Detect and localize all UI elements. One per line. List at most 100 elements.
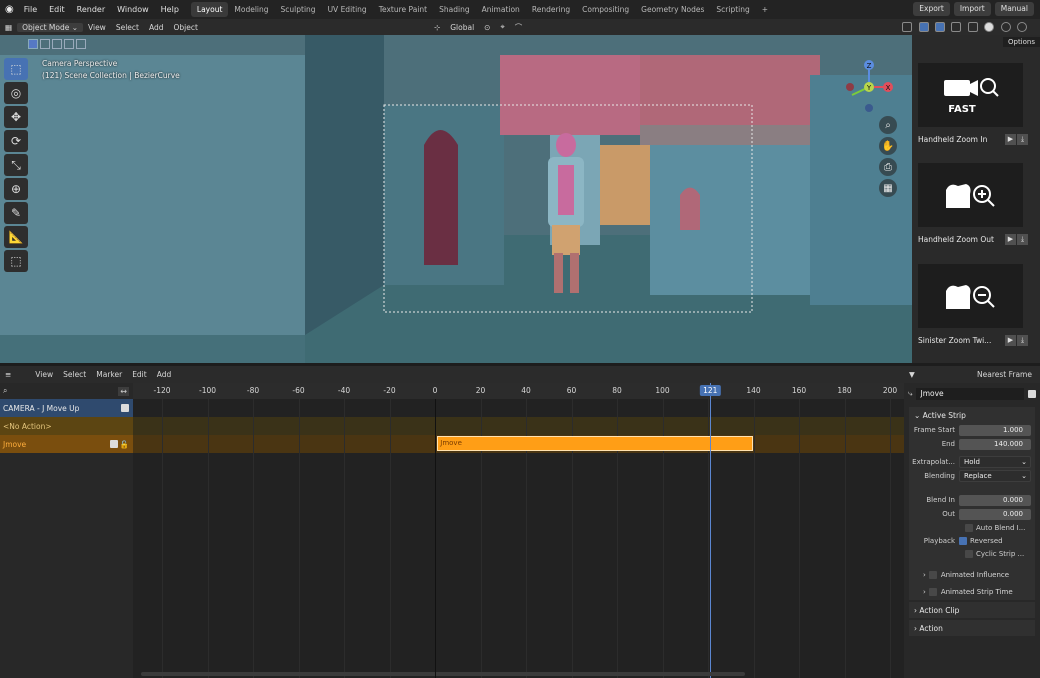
blending-select[interactable]: Replace ⌄ xyxy=(959,470,1031,482)
download-icon[interactable]: ⤓ xyxy=(1017,233,1028,245)
nla-menu-add[interactable]: Add xyxy=(152,370,177,379)
frame-start-field[interactable]: 1.000 xyxy=(959,424,1031,436)
playhead-line[interactable] xyxy=(710,383,712,678)
snap-mode-dropdown[interactable]: Nearest Frame xyxy=(972,370,1037,379)
rendered-shading-icon[interactable] xyxy=(1017,22,1027,32)
asset-item[interactable]: Handheld Zoom Out ▶ ⤓ xyxy=(918,163,1028,247)
track-checkbox[interactable] xyxy=(109,440,118,448)
auto-blend-checkbox[interactable]: Auto Blend I... xyxy=(909,521,1035,534)
filter-icon[interactable]: ▼ xyxy=(907,370,917,379)
tab-compositing[interactable]: Compositing xyxy=(576,2,635,17)
material-shading-icon[interactable] xyxy=(1000,22,1011,32)
action-header[interactable]: › Action xyxy=(909,620,1035,636)
mode-selector[interactable]: Object Mode ⌄ xyxy=(17,22,84,32)
measure-tool-icon[interactable]: 📐 xyxy=(4,226,28,248)
editor-type-icon[interactable]: ▦ xyxy=(0,23,17,32)
menu-select[interactable]: Select xyxy=(111,23,144,32)
transform-orientation[interactable]: Global xyxy=(445,23,479,32)
options-button[interactable]: Options xyxy=(1002,37,1040,47)
asset-thumbnail[interactable]: FAST xyxy=(918,63,1023,127)
tab-scripting[interactable]: Scripting xyxy=(710,2,755,17)
menu-file[interactable]: File xyxy=(18,5,43,14)
menu-edit[interactable]: Edit xyxy=(43,5,71,14)
play-icon[interactable]: ▶ xyxy=(1005,334,1016,346)
animated-strip-time-panel[interactable]: › Animated Strip Time xyxy=(909,583,1035,600)
animated-strip-time-box[interactable] xyxy=(928,587,937,596)
move-tool-icon[interactable]: ✥ xyxy=(4,106,28,128)
blend-in-field[interactable]: 0.000 xyxy=(959,494,1031,506)
swap-icon[interactable]: ↔ xyxy=(118,386,129,396)
blend-out-field[interactable]: 0.000 xyxy=(959,508,1031,520)
pivot-icon[interactable]: ⊙ xyxy=(479,23,495,32)
strip-enabled-checkbox[interactable] xyxy=(1028,390,1036,398)
select-tool-icon[interactable]: ⬚ xyxy=(4,58,28,80)
horizontal-scrollbar[interactable] xyxy=(141,672,745,676)
tab-animation[interactable]: Animation xyxy=(476,2,526,17)
lock-icon[interactable]: 🔓 xyxy=(120,440,129,449)
select-box-subtract-icon[interactable] xyxy=(52,39,62,49)
menu-help[interactable]: Help xyxy=(155,5,185,14)
perspective-grid-icon[interactable]: ▦ xyxy=(879,179,897,197)
add-workspace-button[interactable]: + xyxy=(756,2,774,17)
strip-name-field[interactable]: Jmove xyxy=(916,388,1024,400)
cursor-tool-icon[interactable]: ◎ xyxy=(4,82,28,104)
tab-geometry-nodes[interactable]: Geometry Nodes xyxy=(635,2,710,17)
tab-sculpting[interactable]: Sculpting xyxy=(275,2,322,17)
asset-thumbnail[interactable] xyxy=(918,163,1023,227)
gizmo-icon[interactable] xyxy=(918,22,929,32)
asset-thumbnail[interactable] xyxy=(918,264,1023,328)
current-frame-indicator[interactable]: 121 xyxy=(700,385,721,396)
3d-viewport[interactable]: Camera Perspective (121) Scene Collectio… xyxy=(0,35,912,363)
manual-button[interactable]: Manual xyxy=(994,2,1034,16)
play-icon[interactable]: ▶ xyxy=(1005,133,1016,145)
tab-modeling[interactable]: Modeling xyxy=(228,2,274,17)
active-strip-header[interactable]: ⌄ Active Strip xyxy=(909,407,1035,423)
cyclic-strip-checkbox[interactable]: Cyclic Strip ... xyxy=(909,547,1035,560)
select-box-extend-icon[interactable] xyxy=(40,39,50,49)
extrapolation-select[interactable]: Hold ⌄ xyxy=(959,456,1031,468)
nla-menu-marker[interactable]: Marker xyxy=(91,370,127,379)
camera-view-icon[interactable]: ⎙ xyxy=(879,158,897,176)
snap-icon[interactable]: ⌖ xyxy=(495,22,509,32)
rotate-tool-icon[interactable]: ⟳ xyxy=(4,130,28,152)
blender-logo-icon[interactable]: ◉ xyxy=(5,4,14,15)
channel-no-action[interactable]: <No Action> xyxy=(0,417,133,435)
nla-strip-jmove[interactable]: Jmove xyxy=(437,436,754,451)
menu-window[interactable]: Window xyxy=(111,5,155,14)
tab-shading[interactable]: Shading xyxy=(433,2,475,17)
channel-camera[interactable]: CAMERA - J Move Up xyxy=(0,399,133,417)
menu-render[interactable]: Render xyxy=(71,5,111,14)
view-options-icon[interactable] xyxy=(902,22,913,32)
wireframe-shading-icon[interactable] xyxy=(967,22,978,32)
zoom-icon[interactable]: ⌕ xyxy=(879,116,897,134)
export-button[interactable]: Export xyxy=(913,2,950,16)
search-icon[interactable]: ⌕ xyxy=(3,386,7,396)
pan-hand-icon[interactable]: ✋ xyxy=(879,137,897,155)
tab-layout[interactable]: Layout xyxy=(190,2,229,17)
asset-item[interactable]: Sinister Zoom Twi... ▶ ⤓ xyxy=(918,264,1028,348)
select-box-intersect-icon[interactable] xyxy=(76,39,86,49)
transform-tool-icon[interactable]: ⊕ xyxy=(4,178,28,200)
menu-view[interactable]: View xyxy=(83,23,111,32)
download-icon[interactable]: ⤓ xyxy=(1017,334,1028,346)
proportional-edit-icon[interactable]: ⌒ xyxy=(510,22,528,33)
navigation-gizmo[interactable]: Z X Y xyxy=(840,57,900,119)
download-icon[interactable]: ⤓ xyxy=(1017,133,1028,145)
nla-menu-view[interactable]: View xyxy=(30,370,58,379)
play-icon[interactable]: ▶ xyxy=(1005,233,1016,245)
nla-menu-edit[interactable]: Edit xyxy=(127,370,152,379)
tab-rendering[interactable]: Rendering xyxy=(526,2,576,17)
xray-icon[interactable] xyxy=(951,22,962,32)
action-clip-header[interactable]: › Action Clip xyxy=(909,602,1035,618)
scale-tool-icon[interactable]: ⤡ xyxy=(4,154,28,176)
tab-uv-editing[interactable]: UV Editing xyxy=(322,2,373,17)
frame-end-field[interactable]: 140.000 xyxy=(959,438,1031,450)
nla-timeline[interactable]: -120-100-80-60-40-2002040608010012014016… xyxy=(133,383,904,678)
asset-item[interactable]: FAST Handheld Zoom In ▶ ⤓ xyxy=(918,63,1028,147)
annotate-tool-icon[interactable]: ✎ xyxy=(4,202,28,224)
nla-editor-type-icon[interactable]: ≡ xyxy=(0,370,16,379)
animated-influence-panel[interactable]: › Animated Influence xyxy=(909,566,1035,583)
nla-menu-select[interactable]: Select xyxy=(58,370,91,379)
add-cube-tool-icon[interactable]: ⬚ xyxy=(4,250,28,272)
camera-channel-checkbox[interactable] xyxy=(121,404,129,412)
